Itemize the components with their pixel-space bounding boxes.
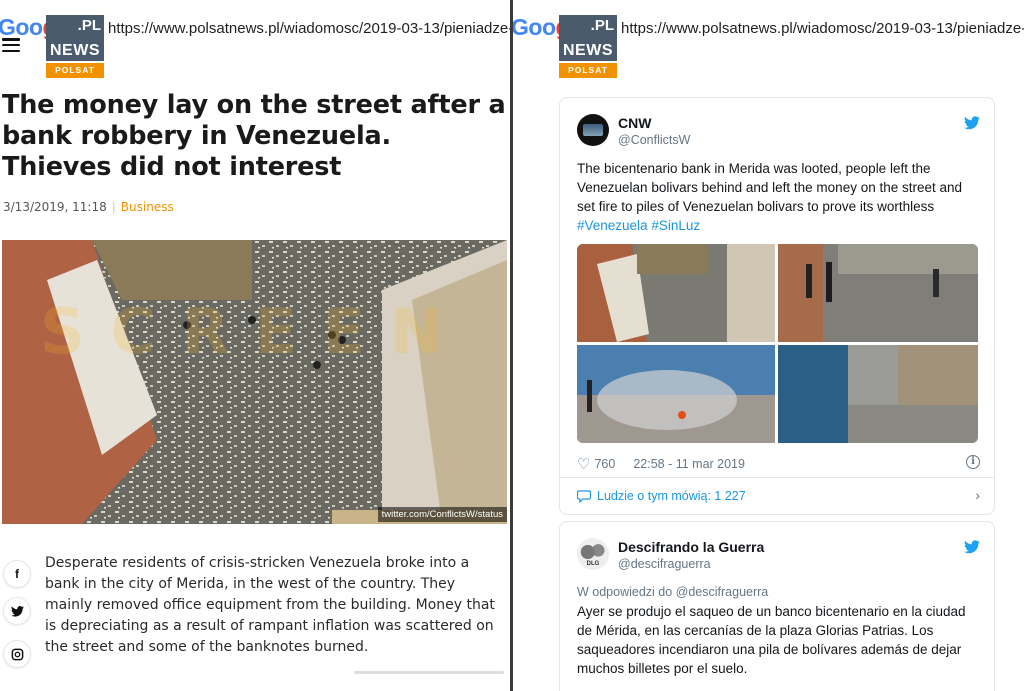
top-bar: Google .PL NEWS POLSAT https://www.polsa… <box>0 0 510 86</box>
article-category-link[interactable]: Business <box>121 200 174 214</box>
tweet-text: Ayer se produjo el saqueo de un banco bi… <box>577 604 966 676</box>
embedded-tweet[interactable]: DLG Descifrando la Guerra @descifraguerr… <box>559 521 995 691</box>
tweet-author-handle[interactable]: @descifraguerra <box>618 557 711 571</box>
menu-icon[interactable] <box>2 38 20 52</box>
polsat-news-logo[interactable]: .PL NEWS POLSAT <box>559 15 617 78</box>
wykop-icon[interactable] <box>4 641 30 667</box>
heart-icon[interactable]: ♡ <box>577 455 590 473</box>
tweet-media-grid[interactable] <box>577 244 978 443</box>
polsat-news-logo[interactable]: .PL NEWS POLSAT <box>46 15 104 78</box>
address-bar-url[interactable]: https://www.polsatnews.pl/wiadomosc/2019… <box>621 20 1024 37</box>
tweet-author-name[interactable]: CNW <box>618 115 651 131</box>
tweet-photo[interactable] <box>778 244 978 342</box>
like-count[interactable]: 760 <box>594 457 615 471</box>
left-browser-pane: Google .PL NEWS POLSAT https://www.polsa… <box>0 0 510 691</box>
tweet-stats: ♡ 760 22:58 - 11 mar 2019 <box>577 455 745 473</box>
tweet-timestamp[interactable]: 22:58 - 11 mar 2019 <box>633 457 745 471</box>
twitter-bird-icon[interactable] <box>964 540 980 554</box>
article-photo[interactable]: twitter.com/ConflictsW/status <box>2 240 507 524</box>
info-icon[interactable]: i <box>966 455 980 469</box>
tweet-photo[interactable] <box>577 244 775 342</box>
embedded-tweet[interactable]: CNW @ConflictsW The bicentenario bank in… <box>559 97 995 515</box>
right-browser-pane: Google .PL NEWS POLSAT https://www.polsa… <box>513 0 1024 691</box>
reply-context[interactable]: W odpowiedzi do @descifraguerra <box>577 585 768 599</box>
tweet-author-handle[interactable]: @ConflictsW <box>618 133 690 147</box>
tweet-hashtags[interactable]: #Venezuela #SinLuz <box>577 218 700 233</box>
people-talking-link[interactable]: Ludzie o tym mówią: 1 227 <box>577 489 746 503</box>
facebook-icon[interactable]: f <box>4 561 30 587</box>
horizontal-scrollbar[interactable] <box>354 671 504 674</box>
tweet-photo[interactable] <box>778 345 978 443</box>
address-bar-url[interactable]: https://www.polsatnews.pl/wiadomosc/2019… <box>108 20 510 37</box>
top-bar: Google .PL NEWS POLSAT https://www.polsa… <box>513 0 1024 86</box>
article-headline: The money lay on the street after a bank… <box>2 90 506 182</box>
twitter-icon[interactable] <box>4 598 30 624</box>
chevron-right-icon[interactable]: › <box>975 487 980 503</box>
article-lead: Desperate residents of crisis-stricken V… <box>45 555 495 655</box>
article-date: 3/13/2019, 11:18 <box>3 200 107 214</box>
photo-credit[interactable]: twitter.com/ConflictsW/status <box>377 507 507 522</box>
article-meta: 3/13/2019, 11:18 | Business <box>3 200 174 214</box>
avatar[interactable] <box>577 114 609 146</box>
tweet-author-name[interactable]: Descifrando la Guerra <box>618 539 764 555</box>
tweet-text: The bicentenario bank in Merida was loot… <box>577 161 963 233</box>
tweet-photo[interactable] <box>577 345 775 443</box>
twitter-bird-icon[interactable] <box>964 116 980 130</box>
comment-icon <box>577 489 591 503</box>
divider <box>560 477 994 478</box>
avatar[interactable]: DLG <box>577 538 609 570</box>
